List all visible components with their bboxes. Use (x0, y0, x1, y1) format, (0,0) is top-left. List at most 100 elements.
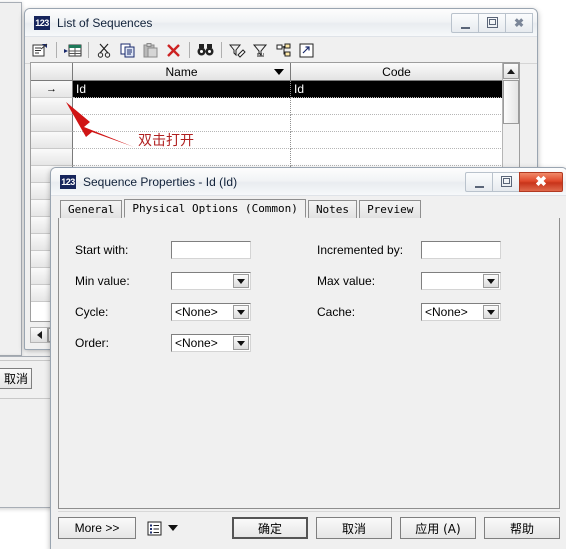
app-icon: 123 (60, 174, 76, 189)
min-value-combo[interactable] (171, 272, 251, 290)
field-order: Order: <None> (75, 333, 251, 353)
grid-header-row: Name Code (31, 63, 519, 81)
row-selector-cell[interactable] (31, 98, 73, 115)
incremented-by-input[interactable] (421, 241, 501, 259)
cycle-text: <None> (175, 305, 218, 319)
field-incremented-by: Incremented by: (317, 240, 501, 260)
more-button[interactable]: More >> (58, 517, 136, 539)
sequence-properties-window: 123 Sequence Properties - Id (Id) ✖ Gene… (50, 167, 566, 549)
properties-icon[interactable] (30, 40, 51, 60)
grid-header-code-label: Code (382, 64, 411, 79)
physical-options-panel: Start with: Incremented by: Min value: M… (58, 218, 560, 509)
open-external-icon[interactable] (296, 40, 317, 60)
row-marker-icon: → (46, 82, 57, 95)
restore-button[interactable] (492, 171, 520, 192)
order-text: <None> (175, 336, 218, 350)
close-icon: ✖ (513, 15, 525, 30)
list-toolbar (25, 37, 537, 64)
help-button[interactable]: 帮助 (484, 517, 560, 539)
scroll-left-button[interactable] (31, 328, 48, 342)
max-value-combo[interactable] (421, 272, 501, 290)
field-min-value: Min value: (75, 271, 251, 291)
caret-left-icon (36, 331, 42, 339)
minimize-button[interactable] (451, 12, 479, 33)
menu-dropdown-caret-icon[interactable] (168, 525, 178, 531)
min-value-label: Min value: (75, 274, 130, 288)
close-button[interactable]: ✖ (519, 171, 563, 192)
toolbar-separator-4 (221, 42, 222, 58)
toolbar-separator-1 (56, 42, 57, 58)
props-window-title: Sequence Properties - Id (Id) (83, 174, 238, 189)
copy-icon[interactable] (117, 40, 138, 60)
scroll-up-button[interactable] (503, 63, 519, 79)
table-row[interactable] (31, 115, 519, 132)
cell-name[interactable]: Id (73, 81, 291, 98)
find-icon[interactable] (195, 40, 216, 60)
cell-name[interactable] (73, 132, 291, 149)
list-window-titlebar[interactable]: 123 List of Sequences ✖ (25, 9, 537, 37)
cycle-label: Cycle: (75, 305, 109, 319)
close-button[interactable]: ✖ (505, 12, 533, 33)
background-cancel-button[interactable]: 取消 (0, 368, 32, 389)
background-window-left[interactable] (0, 2, 22, 356)
screen: 取消 123 List of Sequences ✖ Name Code → I… (0, 0, 566, 549)
row-selector-cell[interactable] (31, 132, 73, 149)
chevron-down-icon[interactable] (483, 274, 499, 288)
row-selector-cell[interactable]: → (31, 81, 73, 98)
chevron-down-icon[interactable] (233, 336, 249, 350)
cache-combo[interactable]: <None> (421, 303, 501, 321)
restore-button[interactable] (478, 12, 506, 33)
table-row[interactable] (31, 98, 519, 115)
cell-code[interactable] (291, 98, 503, 115)
props-window-controls: ✖ (465, 171, 563, 192)
table-row[interactable] (31, 149, 519, 166)
grid-header-name[interactable]: Name (73, 63, 291, 81)
start-with-input[interactable] (171, 241, 251, 259)
tab-general[interactable]: General (60, 200, 123, 218)
tab-physical-options-common[interactable]: Physical Options (Common) (124, 199, 306, 218)
table-row[interactable]: → Id Id (31, 81, 519, 98)
table-row[interactable] (31, 132, 519, 149)
list-menu-icon[interactable] (144, 518, 164, 538)
paste-icon[interactable] (140, 40, 161, 60)
apply-button[interactable]: 应用 (A) (400, 517, 476, 539)
cell-name[interactable] (73, 149, 291, 166)
cell-name[interactable] (73, 115, 291, 132)
field-cache: Cache: <None> (317, 302, 501, 322)
cell-code[interactable]: Id (291, 81, 503, 98)
minimize-button[interactable] (465, 171, 493, 192)
cell-code[interactable] (291, 149, 503, 166)
chevron-down-icon[interactable] (233, 274, 249, 288)
order-label: Order: (75, 336, 110, 350)
chevron-down-icon[interactable] (483, 305, 499, 319)
max-value-label: Max value: (317, 274, 376, 288)
background-divider-2 (0, 398, 52, 399)
cancel-button[interactable]: 取消 (316, 517, 392, 539)
tab-notes[interactable]: Notes (307, 200, 358, 218)
app-icon: 123 (34, 15, 50, 30)
grid-header-code[interactable]: Code (291, 63, 503, 81)
scroll-thumb[interactable] (503, 80, 519, 124)
props-window-titlebar[interactable]: 123 Sequence Properties - Id (Id) ✖ (51, 168, 566, 196)
cell-name[interactable] (73, 98, 291, 115)
cell-code[interactable] (291, 132, 503, 149)
new-sequence-icon[interactable] (62, 40, 83, 60)
cycle-combo[interactable]: <None> (171, 303, 251, 321)
delete-icon[interactable] (163, 40, 184, 60)
list-window-controls: ✖ (451, 12, 533, 33)
row-selector-cell[interactable] (31, 115, 73, 132)
cut-icon[interactable] (94, 40, 115, 60)
caret-up-icon (507, 68, 515, 74)
row-selector-cell[interactable] (31, 149, 73, 166)
cache-label: Cache: (317, 305, 356, 319)
order-combo[interactable]: <None> (171, 334, 251, 352)
edit-filter-icon[interactable] (227, 40, 248, 60)
cache-text: <None> (425, 305, 468, 319)
cell-code[interactable] (291, 115, 503, 132)
hierarchy-icon[interactable] (273, 40, 294, 60)
ok-button[interactable]: 确定 (232, 517, 308, 539)
remove-filter-icon[interactable] (250, 40, 271, 60)
chevron-down-icon[interactable] (274, 69, 284, 75)
tab-preview[interactable]: Preview (359, 200, 422, 218)
chevron-down-icon[interactable] (233, 305, 249, 319)
